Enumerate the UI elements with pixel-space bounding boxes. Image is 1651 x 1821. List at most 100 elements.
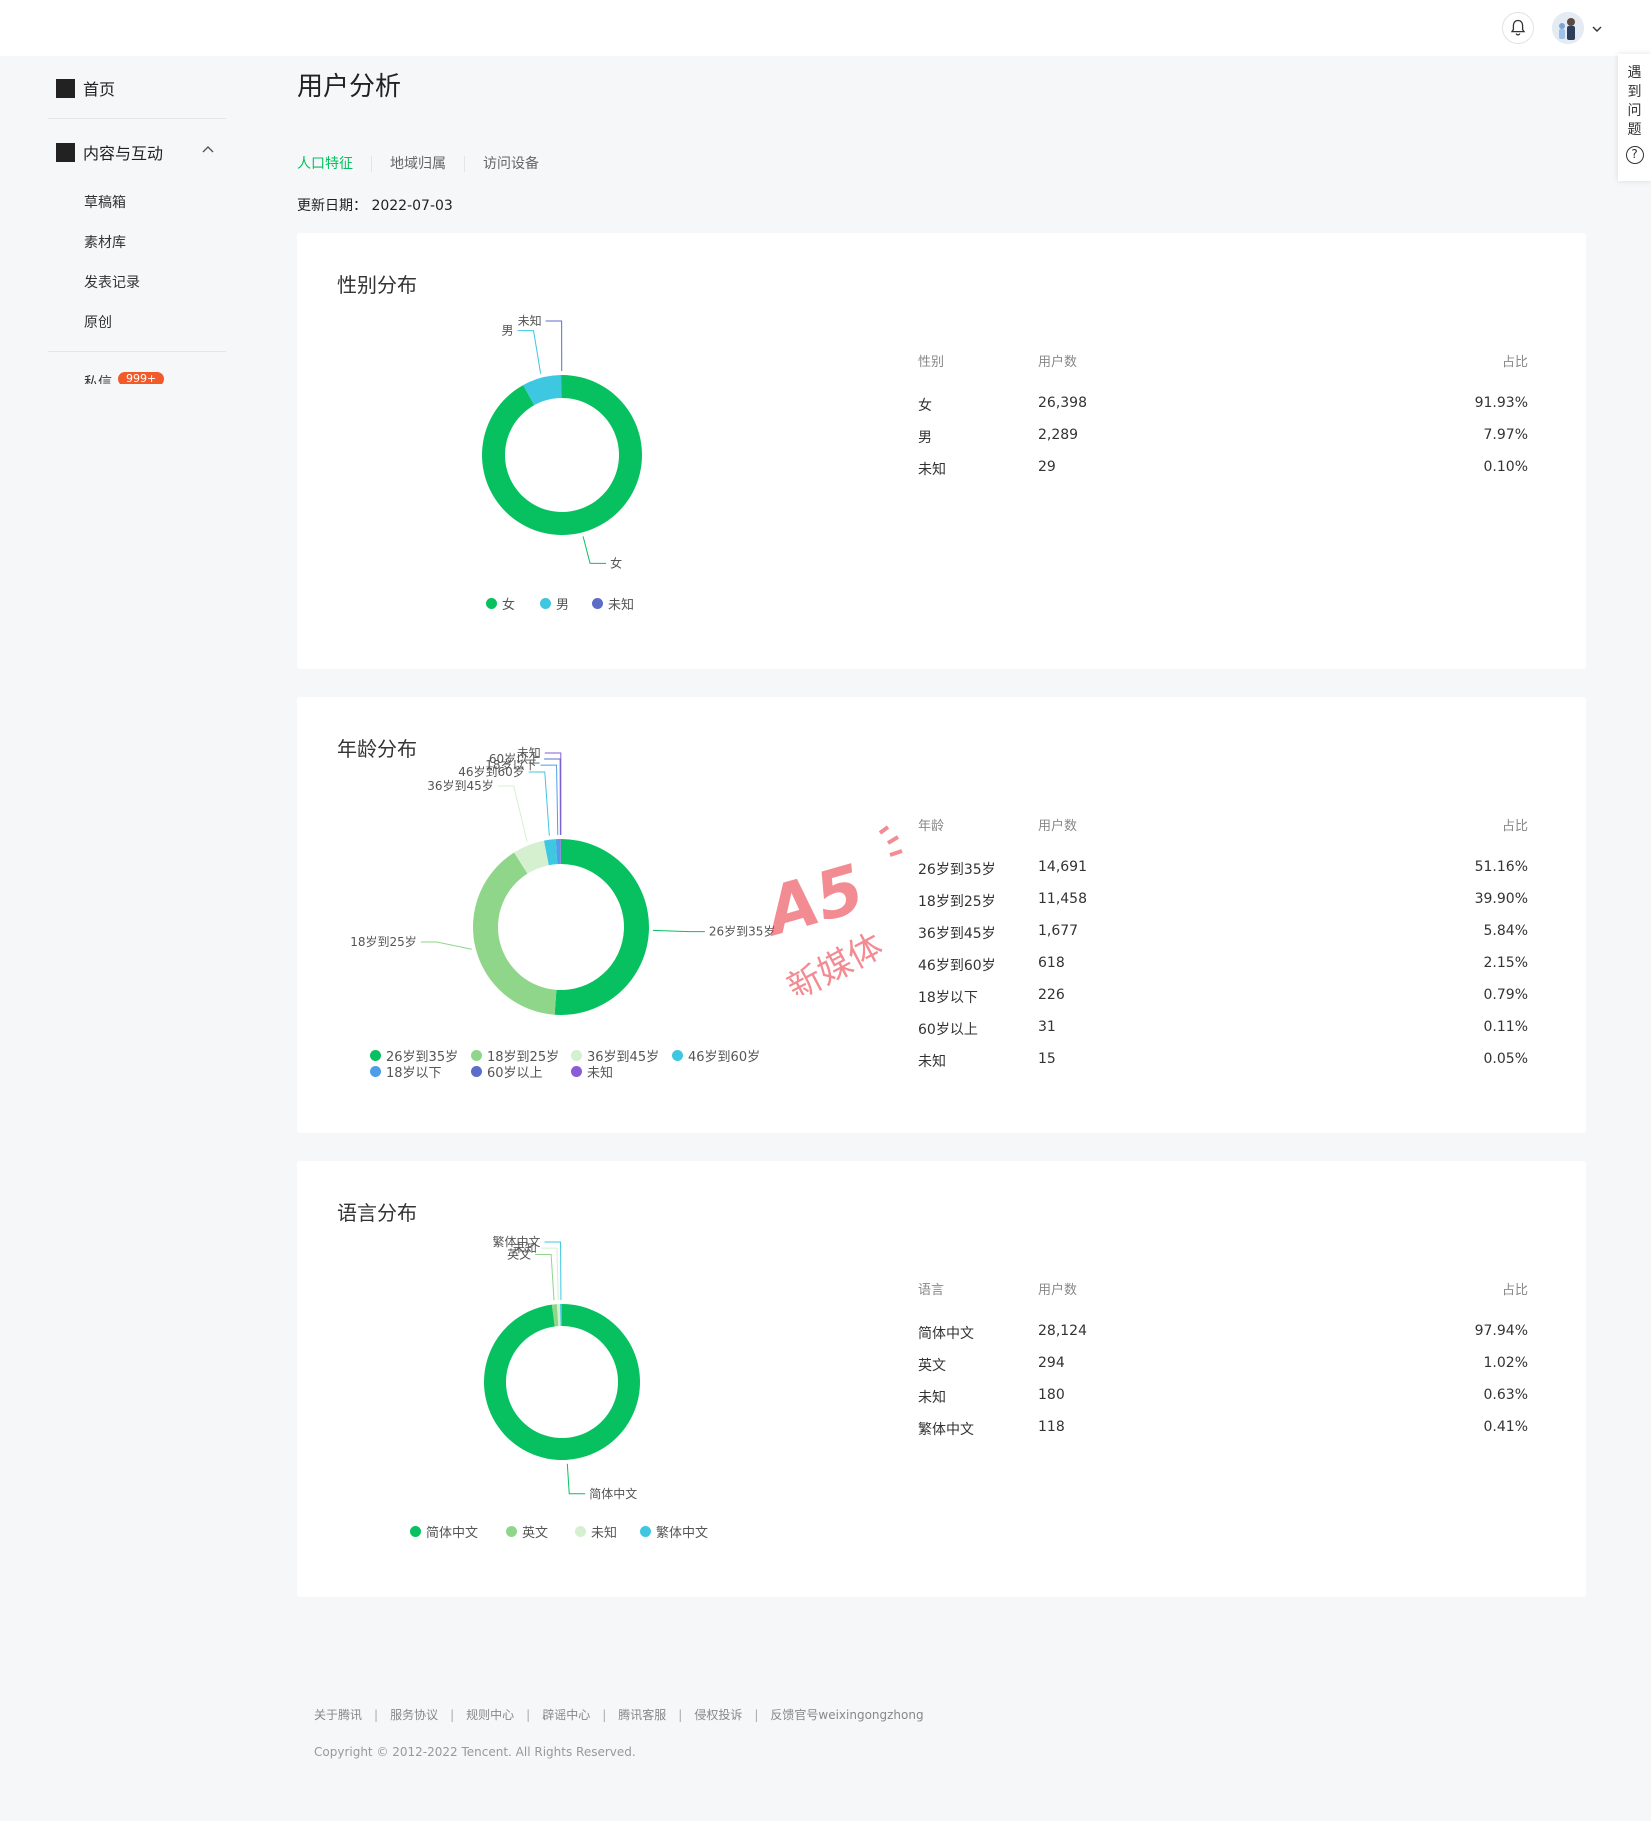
slice-label: 男 [502, 324, 514, 338]
legend-swatch [486, 598, 497, 609]
sidebar-item-messages[interactable]: 私信 999+ [84, 372, 165, 384]
column-header: 性别 [918, 355, 945, 370]
tab-demographics[interactable]: 人口特征 [297, 156, 371, 172]
label-leader-line [535, 1254, 555, 1301]
sidebar-item-original[interactable]: 原创 [84, 312, 112, 332]
tab-region[interactable]: 地域归属 [371, 156, 464, 172]
legend-swatch [370, 1050, 381, 1061]
legend-swatch [575, 1526, 586, 1537]
pie-slice[interactable] [554, 839, 649, 1015]
legend-swatch [592, 598, 603, 609]
divider [48, 118, 226, 119]
age-card: 年龄分布 26岁到35岁 18岁到25岁 36岁到45岁 46岁到60岁 18岁以下 60… [297, 697, 1586, 1133]
table-cell: 5.84% [1483, 923, 1528, 939]
help-label-char: 问 [1627, 103, 1642, 119]
legend-swatch [540, 598, 551, 609]
legend-item[interactable]: 简体中文 [410, 1522, 478, 1541]
slice-label: 未知 [518, 314, 542, 328]
table-row: 36岁到45岁 1,677 5.84% [918, 923, 1528, 943]
legend-item[interactable]: 男 [540, 594, 569, 613]
legend-label: 18岁以下 [386, 1066, 442, 1081]
label-leader-line [545, 320, 563, 372]
footer-link[interactable]: 关于腾讯 [314, 1706, 362, 1723]
footer-link[interactable]: 腾讯客服 [618, 1706, 666, 1723]
footer-link[interactable]: 规则中心 [466, 1706, 514, 1723]
footer-link[interactable]: 反馈官号weixingongzhong [770, 1706, 923, 1723]
slice-label: 女 [610, 555, 622, 570]
table-cell: 118 [1038, 1419, 1065, 1435]
legend-swatch [471, 1066, 482, 1077]
legend-label: 46岁到60岁 [688, 1050, 761, 1065]
legend-label: 60岁以上 [487, 1066, 543, 1081]
label-leader-line [517, 330, 542, 374]
pie-slice[interactable] [484, 1304, 641, 1460]
table-cell: 26,398 [1038, 395, 1087, 411]
sidebar-item-home[interactable]: 首页 [56, 76, 115, 100]
table-cell: 未知 [918, 1390, 946, 1406]
sidebar-item-publish-records[interactable]: 发表记录 [84, 272, 140, 292]
gender-card: 性别分布 女男未知 女男未知 性别 用户数 占比 女 26,398 91.93%… [297, 233, 1586, 669]
copyright: Copyright © 2012-2022 Tencent. All Right… [314, 1745, 636, 1759]
page-title: 用户分析 [297, 72, 402, 102]
legend-item[interactable]: 女 [486, 594, 515, 613]
table-cell: 0.79% [1483, 987, 1528, 1003]
table-cell: 11,458 [1038, 891, 1087, 907]
legend-label: 未知 [591, 1526, 618, 1541]
table-cell: 26岁到35岁 [918, 862, 996, 878]
table-cell: 28,124 [1038, 1323, 1087, 1339]
table-row: 未知 29 0.10% [918, 459, 1528, 479]
legend-item[interactable]: 46岁到60岁 [672, 1046, 760, 1065]
update-label: 更新日期： [297, 198, 367, 214]
slice-label: 18岁到25岁 [350, 934, 417, 949]
label-leader-line [528, 771, 550, 836]
language-card: 语言分布 简体中文 英文 未知 繁体中文 简体中文 英文 未知 繁体中文 语言 用户数 占比… [297, 1161, 1586, 1597]
chevron-down-icon[interactable] [1590, 22, 1604, 36]
table-cell: 7.97% [1483, 427, 1528, 443]
footer-link[interactable]: 辟谣中心 [542, 1706, 590, 1723]
avatar[interactable] [1552, 12, 1584, 44]
table-row: 英文 294 1.02% [918, 1355, 1528, 1375]
sidebar-item-content[interactable]: 内容与互动 [56, 140, 163, 164]
legend-item[interactable]: 繁体中文 [640, 1522, 708, 1541]
legend-item[interactable]: 未知 [592, 594, 634, 613]
table-cell: 60岁以上 [918, 1022, 978, 1038]
label-leader-line [582, 536, 607, 564]
divider [48, 351, 226, 352]
chevron-up-icon[interactable] [200, 142, 216, 158]
sidebar-item-drafts[interactable]: 草稿箱 [84, 192, 126, 212]
pie-slice[interactable] [473, 852, 557, 1015]
separator: | [374, 1707, 379, 1722]
column-header: 年龄 [918, 819, 945, 834]
help-label-char: 遇 [1627, 65, 1642, 81]
message-count-badge: 999+ [118, 372, 165, 384]
update-date: 更新日期： 2022-07-03 [297, 195, 453, 215]
tab-device[interactable]: 访问设备 [464, 156, 557, 172]
legend-label: 男 [556, 598, 570, 613]
legend-item[interactable]: 60岁以上 [471, 1062, 543, 1081]
footer-link[interactable]: 侵权投诉 [694, 1706, 742, 1723]
footer-link[interactable]: 服务协议 [390, 1706, 438, 1723]
table-cell: 1.02% [1483, 1355, 1528, 1371]
label-leader-line [420, 941, 472, 950]
table-cell: 51.16% [1474, 859, 1528, 875]
help-button[interactable]: 遇 到 问 题 ? [1618, 54, 1651, 181]
watermark-logo: A5 新媒体 [762, 825, 903, 995]
help-label-char: 题 [1627, 122, 1642, 138]
table-cell: 女 [918, 398, 932, 414]
legend-item[interactable]: 英文 [506, 1522, 548, 1541]
table-cell: 46岁到60岁 [918, 958, 996, 974]
sidebar-item-materials[interactable]: 素材库 [84, 232, 126, 252]
table-cell: 男 [918, 430, 932, 446]
table-cell: 18岁以下 [918, 990, 978, 1006]
table-row: 18岁以下 226 0.79% [918, 987, 1528, 1007]
bell-icon[interactable] [1502, 12, 1534, 44]
legend-label: 英文 [522, 1526, 549, 1541]
legend-item[interactable]: 未知 [575, 1522, 617, 1541]
table-cell: 39.90% [1474, 891, 1528, 907]
legend-item[interactable]: 未知 [571, 1062, 613, 1081]
table-cell: 繁体中文 [918, 1422, 974, 1438]
column-header: 占比 [1501, 355, 1528, 370]
table-cell: 未知 [918, 462, 946, 478]
pie-slice[interactable] [481, 375, 642, 535]
legend-item[interactable]: 18岁以下 [370, 1062, 442, 1081]
